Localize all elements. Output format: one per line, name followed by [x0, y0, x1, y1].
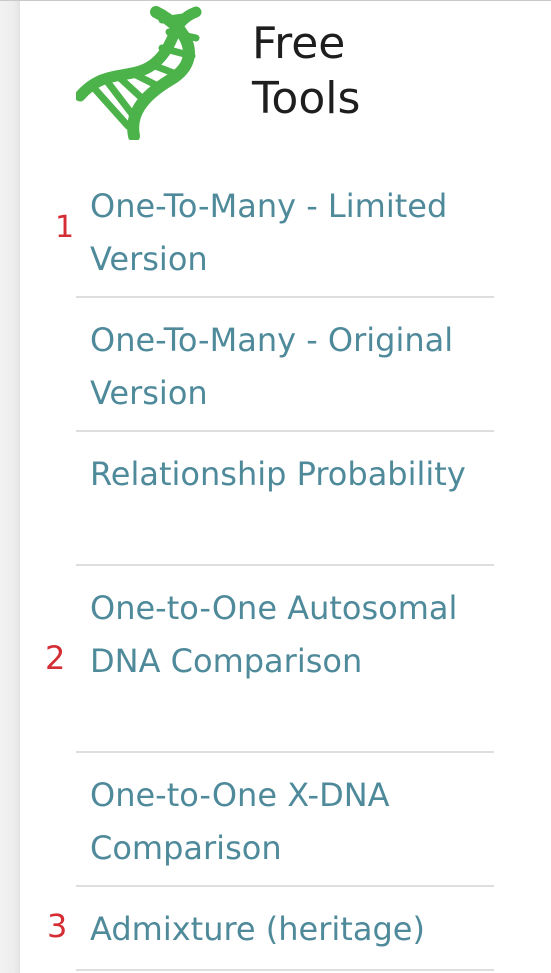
list-item: One-to-One X-DNA Comparison [76, 753, 494, 887]
list-item: Admixture (heritage) [76, 887, 494, 971]
admixture-heritage-link[interactable]: Admixture (heritage) [76, 887, 494, 956]
page-title: Free Tools [252, 18, 361, 124]
annotation-marker-1: 1 [55, 210, 75, 245]
annotation-marker-2: 2 [45, 639, 66, 677]
list-item: One-To-Many - Original Version [76, 298, 494, 432]
one-to-many-original-link[interactable]: One-To-Many - Original Version [76, 298, 494, 420]
dna-icon [76, 6, 202, 140]
list-item: One-To-Many - Limited Version [76, 172, 494, 298]
free-tools-header: Free Tools [0, 0, 551, 150]
list-item: Relationship Probability [76, 432, 494, 566]
one-to-one-autosomal-link[interactable]: One-to-One Autosomal DNA Comparison [76, 566, 494, 688]
one-to-one-x-dna-link[interactable]: One-to-One X-DNA Comparison [76, 753, 494, 875]
annotation-marker-3: 3 [47, 907, 68, 945]
tools-list: One-To-Many - Limited Version One-To-Man… [76, 172, 494, 971]
one-to-many-limited-link[interactable]: One-To-Many - Limited Version [76, 172, 494, 286]
list-item: One-to-One Autosomal DNA Comparison [76, 566, 494, 753]
relationship-probability-link[interactable]: Relationship Probability [76, 432, 494, 501]
